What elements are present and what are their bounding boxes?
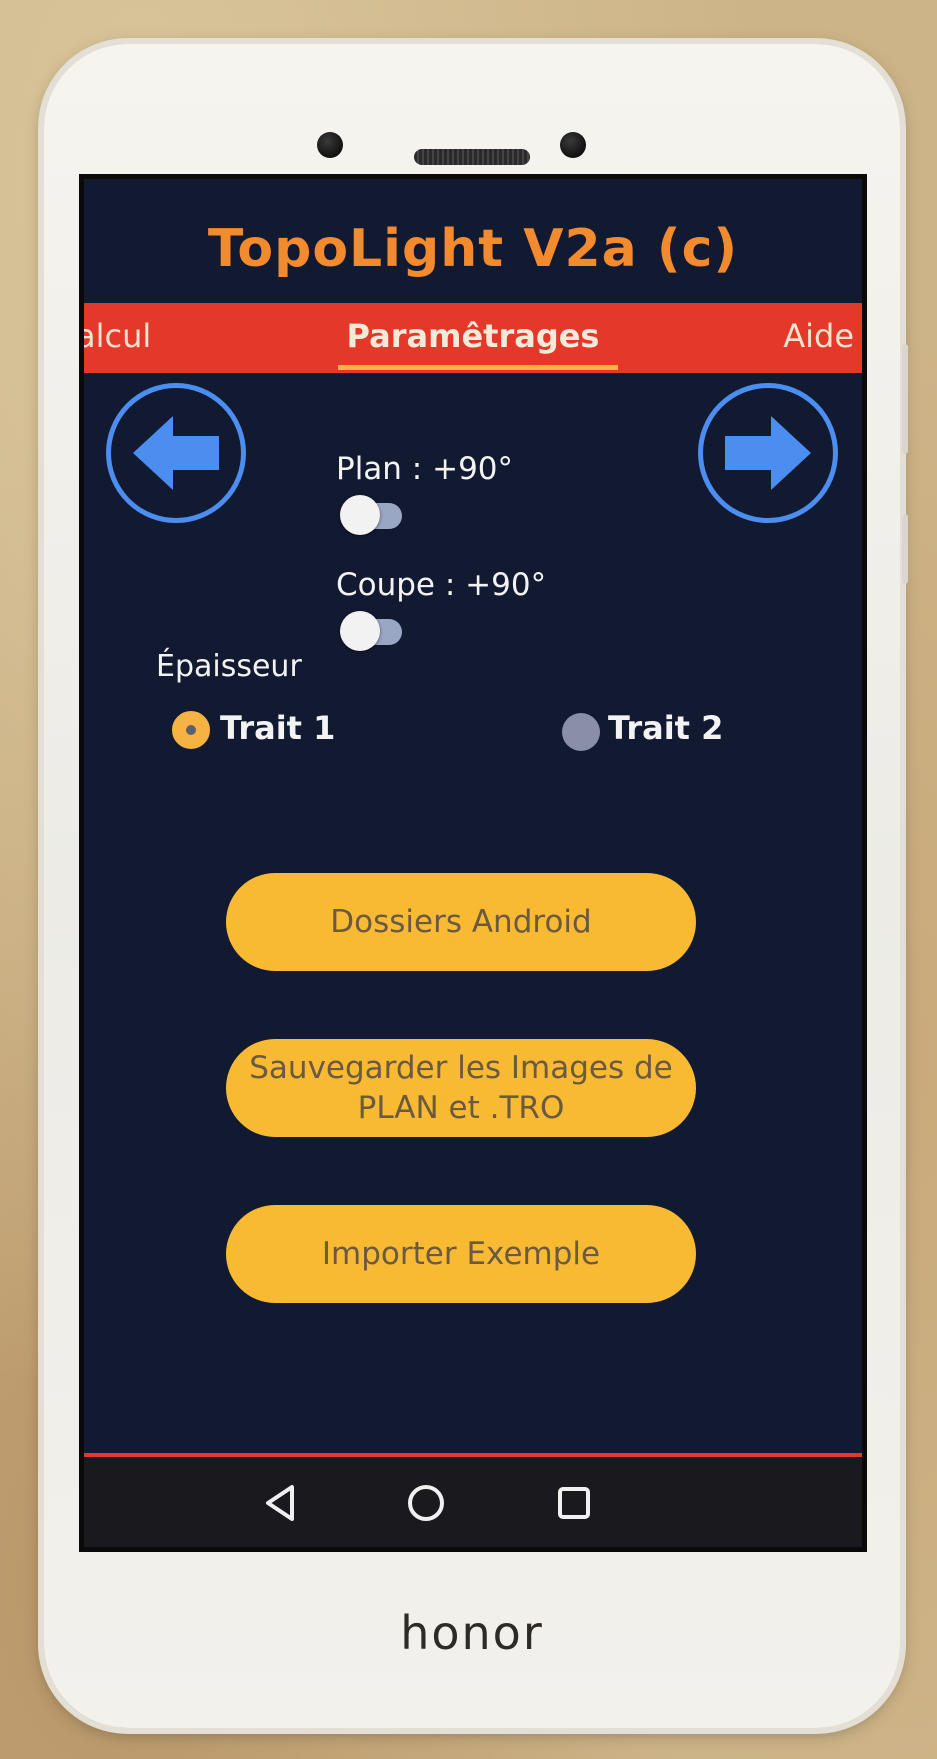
plan-rotation-label: Plan : +90° bbox=[336, 451, 514, 487]
earpiece-speaker bbox=[414, 149, 530, 165]
recents-square-icon[interactable] bbox=[550, 1479, 598, 1527]
previous-button[interactable] bbox=[106, 383, 246, 523]
app-screen: TopoLight V2a (c) alcul Paramêtrages Aid… bbox=[79, 174, 867, 1552]
coupe-rotation-label: Coupe : +90° bbox=[336, 567, 547, 603]
volume-button bbox=[902, 344, 908, 454]
home-circle-icon[interactable] bbox=[402, 1479, 450, 1527]
tab-aide[interactable]: Aide bbox=[783, 317, 854, 355]
system-navigation-bar bbox=[84, 1453, 862, 1547]
app-title: TopoLight V2a (c) bbox=[207, 219, 739, 279]
power-button bbox=[902, 514, 908, 584]
brand-logo: honor bbox=[400, 1606, 544, 1660]
plan-rotation-toggle[interactable] bbox=[340, 495, 406, 535]
arrow-right-icon bbox=[725, 416, 811, 490]
tab-parametrages[interactable]: Paramêtrages bbox=[84, 317, 862, 355]
trait-2-radio[interactable] bbox=[562, 713, 600, 751]
thickness-label: Épaisseur bbox=[156, 649, 302, 684]
arrow-left-icon bbox=[133, 416, 219, 490]
toggle-thumb bbox=[340, 495, 380, 535]
tab-bar: alcul Paramêtrages Aide bbox=[84, 303, 862, 373]
save-images-button[interactable]: Sauvegarder les Images de PLAN et .TRO bbox=[226, 1039, 696, 1137]
trait-1-label: Trait 1 bbox=[220, 709, 336, 747]
trait-1-radio[interactable] bbox=[172, 711, 210, 749]
active-tab-indicator bbox=[338, 365, 618, 370]
proximity-sensor bbox=[317, 132, 343, 158]
back-triangle-icon[interactable] bbox=[258, 1479, 306, 1527]
front-camera bbox=[560, 132, 586, 158]
coupe-rotation-toggle[interactable] bbox=[340, 611, 406, 651]
toggle-thumb bbox=[340, 611, 380, 651]
android-folders-button[interactable]: Dossiers Android bbox=[226, 873, 696, 971]
next-button[interactable] bbox=[698, 383, 838, 523]
import-example-button[interactable]: Importer Exemple bbox=[226, 1205, 696, 1303]
trait-2-label: Trait 2 bbox=[608, 709, 724, 747]
